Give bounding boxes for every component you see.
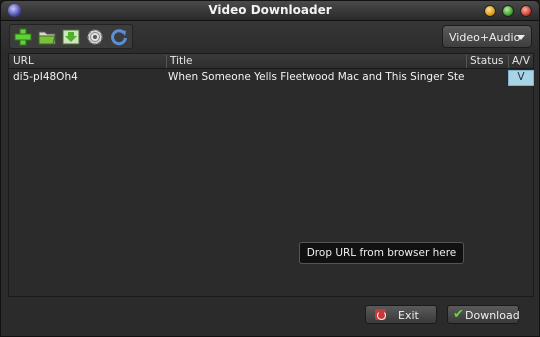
exit-button[interactable]: Exit [365,305,437,324]
cell-av[interactable]: V [508,70,534,86]
title-bar: Video Downloader [1,1,539,21]
drop-url-tooltip: Drop URL from browser here [299,242,464,264]
minimize-button[interactable] [484,5,496,17]
column-header-url[interactable]: URL [13,55,163,68]
add-icon[interactable] [13,27,33,47]
open-folder-icon[interactable] [37,27,57,47]
gear-icon[interactable] [85,27,105,47]
column-header-title[interactable]: Title [166,55,466,68]
toolbar: Video+Audio [1,21,539,52]
refresh-icon[interactable] [109,27,129,47]
chevron-down-icon [517,35,525,40]
mode-select-value: Video+Audio [449,31,521,44]
app-window: Video Downloader Video+Audio URL Title S… [0,0,540,337]
cell-title[interactable]: When Someone Yells Fleetwood Mac and Thi… [168,71,465,85]
column-header-av[interactable]: A/V [508,55,533,68]
column-header-status[interactable]: Status [466,55,508,68]
power-icon [375,309,386,320]
cell-status[interactable] [468,71,506,85]
cell-url[interactable]: di5-pI48Oh4 [13,71,163,85]
toolbar-buttons [9,24,133,49]
close-window-button[interactable] [520,5,532,17]
maximize-button[interactable] [502,5,514,17]
bottom-bar: Exit ✔ Download [1,297,539,336]
save-download-icon[interactable] [61,27,81,47]
download-button[interactable]: ✔ Download [447,305,520,324]
window-title: Video Downloader [208,3,332,17]
checkmark-icon: ✔ [453,307,464,322]
table-row[interactable]: di5-pI48Oh4 When Someone Yells Fleetwood… [9,70,534,86]
exit-button-label: Exit [398,309,419,322]
table-header: URL Title Status A/V [9,54,533,69]
mode-select[interactable]: Video+Audio [442,25,532,48]
download-button-label: Download [465,309,520,322]
